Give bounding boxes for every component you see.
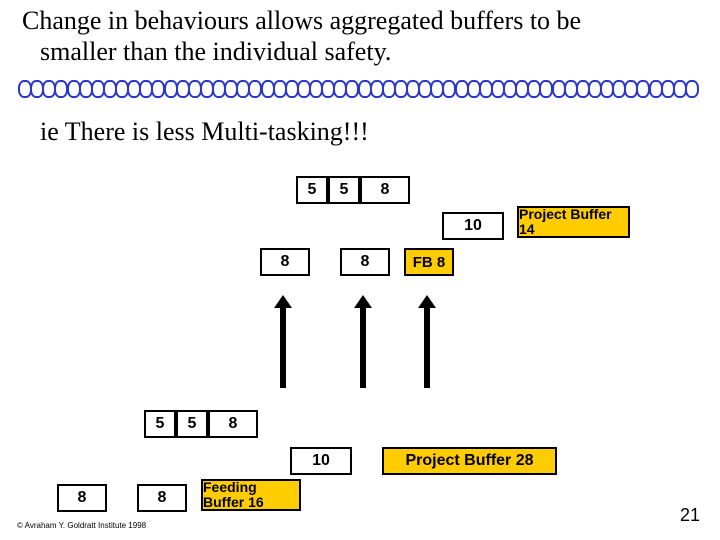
chain-link-icon (685, 80, 699, 98)
slide: Change in behaviours allows aggregated b… (0, 0, 720, 540)
upper-task-cell: 5 (296, 176, 328, 204)
upper-integration-cell: 10 (442, 212, 504, 240)
lower-feeding-cell: 8 (137, 484, 187, 512)
lower-project-buffer: Project Buffer 28 (382, 447, 557, 475)
subheading-text: ie There is less Multi-tasking!!! (40, 117, 369, 147)
lower-feeding-cell: 8 (57, 484, 107, 512)
arrow-icon (280, 306, 286, 388)
lower-task-cell: 8 (208, 410, 258, 438)
heading-line2: smaller than the individual safety. (22, 37, 702, 68)
lower-integration-cell: 10 (290, 447, 352, 475)
heading-line1: Change in behaviours allows aggregated b… (22, 6, 581, 35)
upper-feeding-buffer: FB 8 (404, 248, 454, 276)
arrow-icon (424, 306, 430, 388)
upper-task-cell: 5 (328, 176, 360, 204)
chain-divider (18, 80, 699, 99)
upper-project-buffer: Project Buffer 14 (517, 206, 630, 238)
lower-feeding-buffer: Feeding Buffer 16 (201, 479, 301, 511)
upper-feeding-cell: 8 (340, 248, 390, 276)
lower-task-cell: 5 (144, 410, 176, 438)
upper-feeding-cell: 8 (260, 248, 310, 276)
heading-text: Change in behaviours allows aggregated b… (22, 6, 702, 67)
slide-number: 21 (680, 505, 700, 526)
arrow-icon (360, 306, 366, 388)
copyright-text: © Avraham Y. Goldratt Institute 1998 (17, 521, 146, 530)
lower-task-cell: 5 (176, 410, 208, 438)
upper-task-cell: 8 (360, 176, 410, 204)
